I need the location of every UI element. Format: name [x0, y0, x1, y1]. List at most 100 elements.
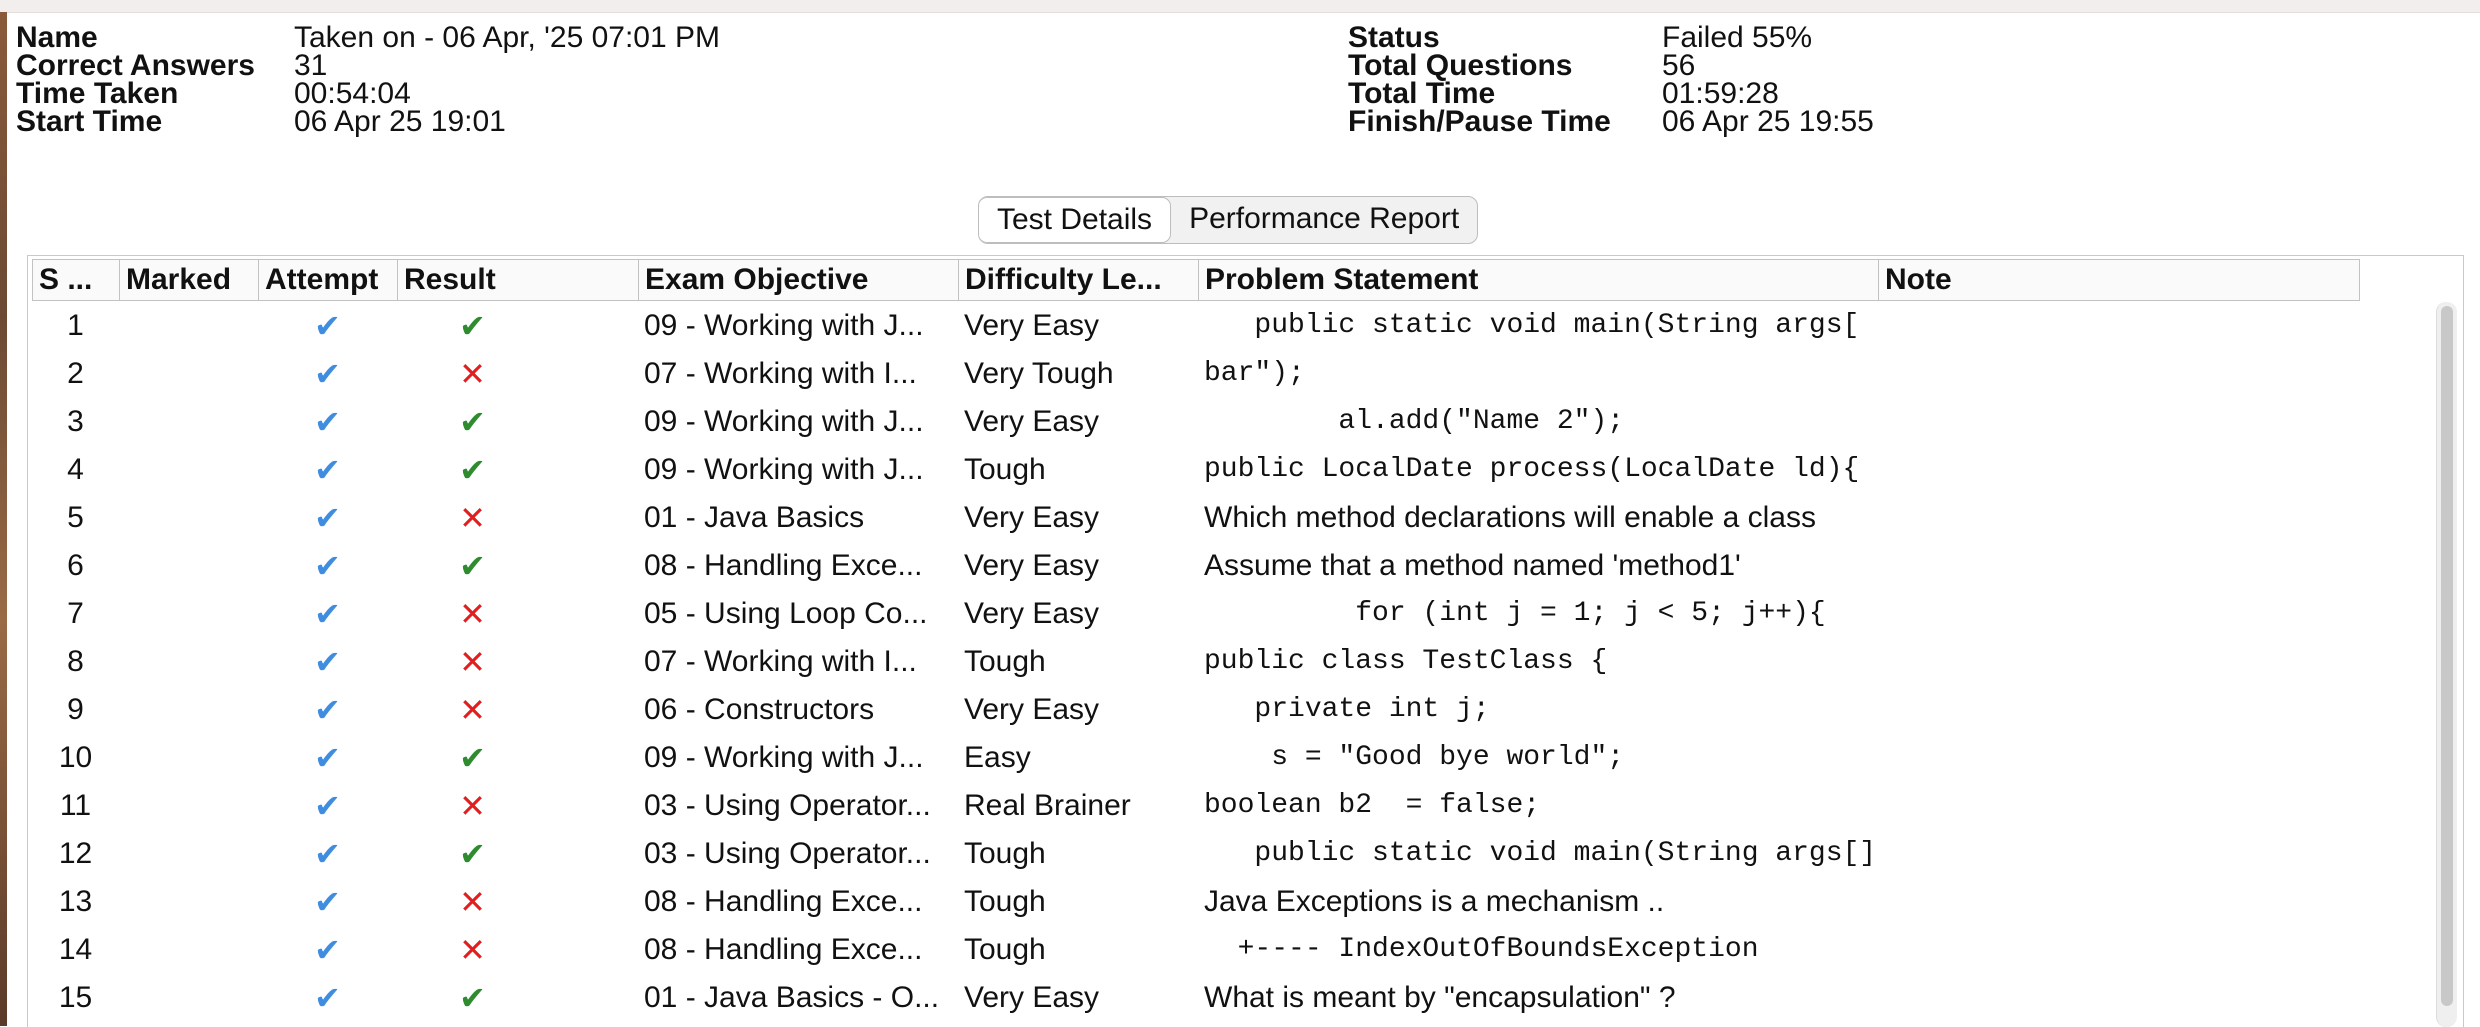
- cell-problem-statement: for (int j = 1; j < 5; j++){: [1204, 598, 1826, 629]
- vertical-scrollbar[interactable]: [2436, 302, 2457, 1027]
- cell-note: [1878, 878, 2378, 926]
- header-difficulty[interactable]: Difficulty Le...: [959, 260, 1199, 300]
- cell-note: [1878, 926, 2378, 974]
- header-exam-objective[interactable]: Exam Objective: [639, 260, 959, 300]
- table-row[interactable]: 12 ✔ ✔ 03 - Using Operator... Tough public s…: [32, 830, 2432, 878]
- cell-sno: 9: [67, 693, 84, 726]
- check-icon: ✔: [314, 884, 341, 920]
- table-row[interactable]: 13 ✔ ✕ 08 - Handling Exce... Tough Java Excep…: [32, 878, 2432, 926]
- table-row[interactable]: 3 ✔ ✔ 09 - Working with J... Very Easy al.ad…: [32, 398, 2432, 446]
- cell-marked[interactable]: [119, 398, 258, 446]
- cell-attempt: ✔: [258, 350, 397, 398]
- summary-right-label: Finish/Pause Time: [1348, 105, 1611, 138]
- header-note[interactable]: Note: [1879, 260, 2359, 300]
- header-marked[interactable]: Marked: [120, 260, 259, 300]
- check-icon: ✔: [314, 500, 341, 536]
- cell-marked[interactable]: [119, 926, 258, 974]
- cell-marked[interactable]: [119, 590, 258, 638]
- cell-problem-statement: public LocalDate process(LocalDate ld){: [1204, 454, 1860, 485]
- cell-sno: 2: [67, 357, 84, 390]
- cell-attempt: ✔: [258, 734, 397, 782]
- cell-marked[interactable]: [119, 686, 258, 734]
- table-row[interactable]: 5 ✔ ✕ 01 - Java Basics Very Easy Which method…: [32, 494, 2432, 542]
- cell-sno: 11: [59, 789, 92, 822]
- table-row[interactable]: 7 ✔ ✕ 05 - Using Loop Co... Very Easy for (i…: [32, 590, 2432, 638]
- cell-attempt: ✔: [258, 494, 397, 542]
- table-row[interactable]: 4 ✔ ✔ 09 - Working with J... Tough public Loc…: [32, 446, 2432, 494]
- check-icon: ✔: [314, 404, 341, 440]
- cell-attempt: ✔: [258, 926, 397, 974]
- cell-marked[interactable]: [119, 734, 258, 782]
- cell-result: ✕: [397, 686, 638, 734]
- cell-problem-statement: What is meant by "encapsulation" ?: [1204, 981, 1676, 1014]
- cell-result: ✕: [397, 494, 638, 542]
- cell-difficulty: Very Easy: [964, 405, 1100, 438]
- red-cross-icon: ✕: [459, 596, 486, 632]
- cell-attempt: ✔: [258, 878, 397, 926]
- scrollbar-thumb[interactable]: [2441, 306, 2453, 1006]
- table-row[interactable]: 8 ✔ ✕ 07 - Working with I... Tough public cla…: [32, 638, 2432, 686]
- cell-attempt: ✔: [258, 302, 397, 350]
- cell-difficulty: Tough: [964, 837, 1046, 870]
- cell-marked[interactable]: [119, 542, 258, 590]
- cell-marked[interactable]: [119, 446, 258, 494]
- cell-marked[interactable]: [119, 350, 258, 398]
- green-check-icon: ✔: [459, 836, 486, 872]
- table-row[interactable]: 6 ✔ ✔ 08 - Handling Exce... Very Easy Assume …: [32, 542, 2432, 590]
- cell-note: [1878, 974, 2378, 1022]
- cell-attempt: ✔: [258, 974, 397, 1022]
- cell-note: [1878, 638, 2378, 686]
- cell-note: [1878, 830, 2378, 878]
- table-row[interactable]: 14 ✔ ✕ 08 - Handling Exce... Tough +---- Ind…: [32, 926, 2432, 974]
- cell-exam-objective: 08 - Handling Exce...: [644, 885, 923, 918]
- cell-sno: 5: [67, 501, 84, 534]
- green-check-icon: ✔: [459, 452, 486, 488]
- green-check-icon: ✔: [459, 740, 486, 776]
- summary-left-label: Start Time: [16, 105, 163, 138]
- table-row[interactable]: 9 ✔ ✕ 06 - Constructors Very Easy private in…: [32, 686, 2432, 734]
- cell-marked[interactable]: [119, 830, 258, 878]
- cell-exam-objective: 03 - Using Operator...: [644, 789, 931, 822]
- check-icon: ✔: [314, 932, 341, 968]
- cell-marked[interactable]: [119, 638, 258, 686]
- cell-marked[interactable]: [119, 878, 258, 926]
- green-check-icon: ✔: [459, 308, 486, 344]
- cell-exam-objective: 08 - Handling Exce...: [644, 933, 923, 966]
- tab-performance-report[interactable]: Performance Report: [1171, 197, 1477, 243]
- table-row[interactable]: 10 ✔ ✔ 09 - Working with J... Easy s = "Good…: [32, 734, 2432, 782]
- table-row[interactable]: 15 ✔ ✔ 01 - Java Basics - O... Very Easy What…: [32, 974, 2432, 1022]
- cell-note: [1878, 302, 2378, 350]
- cell-problem-statement: s = "Good bye world";: [1204, 742, 1625, 773]
- tab-test-details[interactable]: Test Details: [979, 197, 1172, 243]
- cell-sno: 4: [67, 453, 84, 486]
- results-table: S ... Marked Attempt Result Exam Objecti…: [27, 255, 2464, 1027]
- table-row[interactable]: 2 ✔ ✕ 07 - Working with I... Very Tough bar")…: [32, 350, 2432, 398]
- table-row[interactable]: 1 ✔ ✔ 09 - Working with J... Very Easy publi…: [32, 302, 2432, 350]
- cell-marked[interactable]: [119, 302, 258, 350]
- cell-note: [1878, 494, 2378, 542]
- tab-bar: Test Details Performance Report: [978, 196, 1479, 244]
- table-row[interactable]: 11 ✔ ✕ 03 - Using Operator... Real Brainer bo…: [32, 782, 2432, 830]
- check-icon: ✔: [314, 644, 341, 680]
- cell-problem-statement: public class TestClass {: [1204, 646, 1608, 677]
- cell-attempt: ✔: [258, 590, 397, 638]
- cell-note: [1878, 446, 2378, 494]
- cell-problem-statement: +---- IndexOutOfBoundsException: [1204, 934, 1759, 965]
- cell-sno: 8: [67, 645, 84, 678]
- check-icon: ✔: [314, 980, 341, 1016]
- cell-note: [1878, 734, 2378, 782]
- cell-attempt: ✔: [258, 782, 397, 830]
- cell-sno: 6: [67, 549, 84, 582]
- header-result[interactable]: Result: [398, 260, 639, 300]
- cell-marked[interactable]: [119, 974, 258, 1022]
- cell-exam-objective: 07 - Working with I...: [644, 645, 917, 678]
- header-problem-statement[interactable]: Problem Statement: [1199, 260, 1879, 300]
- cell-marked[interactable]: [119, 494, 258, 542]
- red-cross-icon: ✕: [459, 356, 486, 392]
- header-sno[interactable]: S ...: [33, 260, 120, 300]
- cell-marked[interactable]: [119, 782, 258, 830]
- cell-exam-objective: 09 - Working with J...: [644, 405, 924, 438]
- check-icon: ✔: [314, 596, 341, 632]
- header-attempt[interactable]: Attempt: [259, 260, 398, 300]
- check-icon: ✔: [314, 836, 341, 872]
